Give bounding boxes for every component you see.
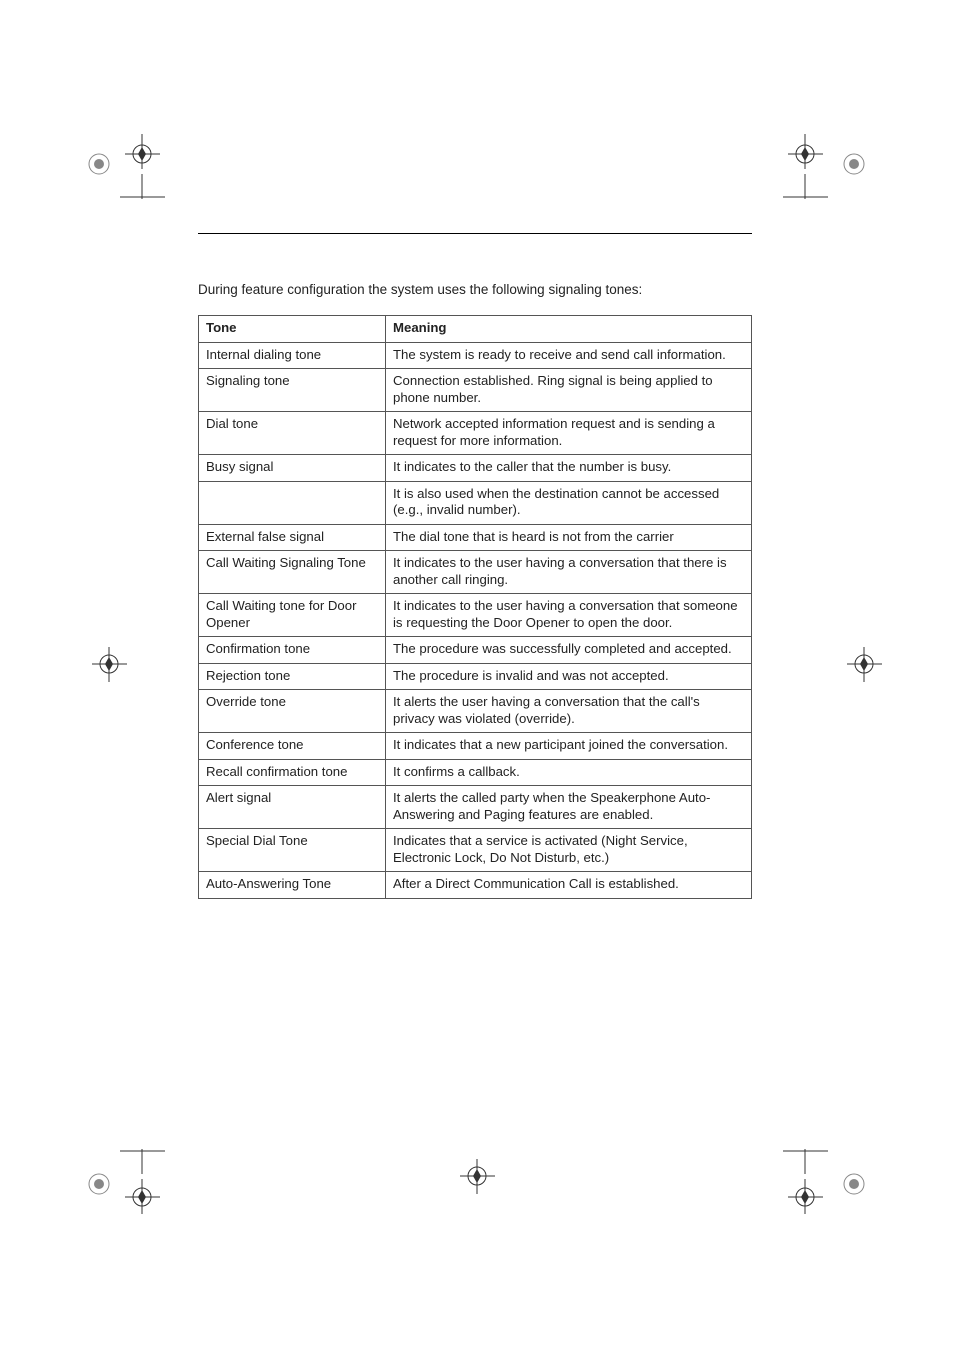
- table-row: Busy signalIt indicates to the caller th…: [199, 455, 752, 482]
- table-row: Auto-Answering ToneAfter a Direct Commun…: [199, 872, 752, 899]
- tone-cell: Override tone: [199, 690, 386, 733]
- meaning-cell: Connection established. Ring signal is b…: [386, 369, 752, 412]
- header-divider: [198, 215, 752, 234]
- crop-mark-icon: [120, 129, 165, 199]
- crop-mark-icon: [82, 129, 117, 199]
- table-row: Signaling toneConnection established. Ri…: [199, 369, 752, 412]
- meaning-cell: The procedure is invalid and was not acc…: [386, 663, 752, 690]
- tone-cell: Busy signal: [199, 455, 386, 482]
- meaning-cell: It indicates to the user having a conver…: [386, 594, 752, 637]
- meaning-cell: After a Direct Communication Call is est…: [386, 872, 752, 899]
- tone-cell: Special Dial Tone: [199, 829, 386, 872]
- tone-cell: Call Waiting Signaling Tone: [199, 551, 386, 594]
- tone-cell: Auto-Answering Tone: [199, 872, 386, 899]
- tone-cell: Rejection tone: [199, 663, 386, 690]
- meaning-cell: It alerts the called party when the Spea…: [386, 786, 752, 829]
- table-row: Override toneIt alerts the user having a…: [199, 690, 752, 733]
- table-row: Rejection toneThe procedure is invalid a…: [199, 663, 752, 690]
- tone-cell: Call Waiting tone for Door Opener: [199, 594, 386, 637]
- meaning-cell: Network accepted information request and…: [386, 412, 752, 455]
- table-header-tone: Tone: [199, 316, 386, 343]
- tone-cell: Confirmation tone: [199, 637, 386, 664]
- crop-mark-icon: [783, 1149, 828, 1219]
- table-row: Special Dial ToneIndicates that a servic…: [199, 829, 752, 872]
- meaning-cell: It confirms a callback.: [386, 759, 752, 786]
- table-row: External false signalThe dial tone that …: [199, 524, 752, 551]
- intro-text: During feature configuration the system …: [198, 282, 752, 297]
- crop-mark-icon: [82, 642, 137, 687]
- tone-cell: [199, 481, 386, 524]
- tone-cell: Recall confirmation tone: [199, 759, 386, 786]
- table-row: Internal dialing toneThe system is ready…: [199, 342, 752, 369]
- page-content: During feature configuration the system …: [198, 215, 752, 899]
- meaning-cell: The system is ready to receive and send …: [386, 342, 752, 369]
- table-row: Dial toneNetwork accepted information re…: [199, 412, 752, 455]
- meaning-cell: It indicates that a new participant join…: [386, 733, 752, 760]
- table-row: It is also used when the destination can…: [199, 481, 752, 524]
- crop-mark-icon: [837, 129, 872, 199]
- meaning-cell: It indicates to the user having a conver…: [386, 551, 752, 594]
- crop-mark-icon: [783, 129, 828, 199]
- tones-table: Tone Meaning Internal dialing toneThe sy…: [198, 315, 752, 899]
- meaning-cell: It is also used when the destination can…: [386, 481, 752, 524]
- meaning-cell: The dial tone that is heard is not from …: [386, 524, 752, 551]
- tone-cell: External false signal: [199, 524, 386, 551]
- table-row: Recall confirmation toneIt confirms a ca…: [199, 759, 752, 786]
- table-row: Call Waiting Signaling ToneIt indicates …: [199, 551, 752, 594]
- table-row: Conference toneIt indicates that a new p…: [199, 733, 752, 760]
- crop-mark-icon: [82, 1149, 117, 1219]
- table-row: Confirmation toneThe procedure was succe…: [199, 637, 752, 664]
- tone-cell: Dial tone: [199, 412, 386, 455]
- meaning-cell: The procedure was successfully completed…: [386, 637, 752, 664]
- table-header-meaning: Meaning: [386, 316, 752, 343]
- crop-mark-icon: [837, 1149, 872, 1219]
- tone-cell: Alert signal: [199, 786, 386, 829]
- meaning-cell: It indicates to the caller that the numb…: [386, 455, 752, 482]
- meaning-cell: Indicates that a service is activated (N…: [386, 829, 752, 872]
- crop-mark-icon: [837, 642, 892, 687]
- tone-cell: Signaling tone: [199, 369, 386, 412]
- tone-cell: Internal dialing tone: [199, 342, 386, 369]
- crop-mark-icon: [450, 1149, 505, 1204]
- tone-cell: Conference tone: [199, 733, 386, 760]
- table-row: Call Waiting tone for Door OpenerIt indi…: [199, 594, 752, 637]
- meaning-cell: It alerts the user having a conversation…: [386, 690, 752, 733]
- crop-mark-icon: [120, 1149, 165, 1219]
- table-row: Alert signalIt alerts the called party w…: [199, 786, 752, 829]
